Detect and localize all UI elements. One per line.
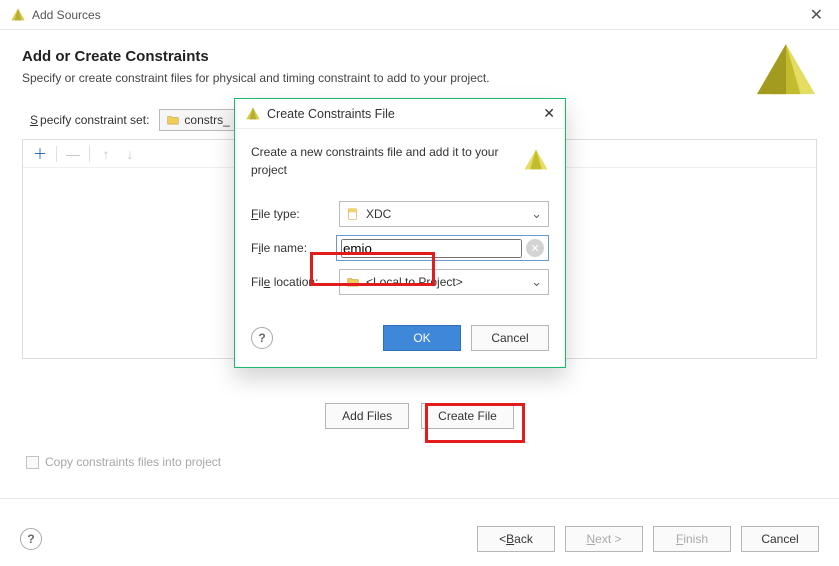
help-button[interactable]: ?: [20, 528, 42, 550]
file-name-label: Fiile name:le name:: [251, 241, 328, 255]
dialog-close-button[interactable]: ✕: [543, 105, 555, 122]
copy-checkbox: [26, 456, 39, 469]
clear-input-button[interactable]: ✕: [526, 239, 544, 257]
create-file-button[interactable]: Create File: [421, 403, 514, 429]
move-up-button: ↑: [95, 143, 117, 165]
file-location-row: File location: <Local to Project> ⌄: [251, 269, 549, 295]
dialog-help-button[interactable]: ?: [251, 327, 273, 349]
file-type-row: File type: XDC ⌄: [251, 201, 549, 227]
create-constraints-dialog: Create Constraints File ✕ Create a new c…: [234, 98, 566, 368]
file-type-label: File type:: [251, 207, 331, 221]
folder-icon: [346, 275, 360, 289]
back-button[interactable]: < Back: [477, 526, 555, 552]
vivado-logo-icon: [523, 148, 549, 174]
constraint-set-combo[interactable]: constrs_: [159, 109, 236, 131]
chevron-down-icon: ⌄: [531, 206, 542, 222]
file-name-field-wrap: ✕: [336, 235, 549, 261]
remove-button: —: [62, 143, 84, 165]
dialog-header: Create a new constraints file and add it…: [235, 129, 565, 187]
copy-into-project-row: Copy constraints files into project: [26, 455, 221, 469]
constraint-set-label: Specify constraint set:: [30, 113, 149, 127]
dialog-title: Create Constraints File: [267, 107, 395, 121]
file-location-label: File location:: [251, 275, 331, 289]
file-type-value: XDC: [366, 207, 391, 221]
dialog-desc: Create a new constraints file and add it…: [251, 143, 513, 179]
dialog-form: File type: XDC ⌄ Fiile name:le name: ✕: [235, 187, 565, 311]
ok-button[interactable]: OK: [383, 325, 461, 351]
file-name-row: Fiile name:le name: ✕: [251, 235, 549, 261]
folder-icon: [166, 113, 180, 127]
page-header: Add or Create Constraints Specify or cre…: [0, 30, 839, 91]
xdc-icon: [346, 207, 360, 221]
cancel-button[interactable]: Cancel: [741, 526, 819, 552]
file-location-select[interactable]: <Local to Project> ⌄: [339, 269, 549, 295]
next-button: Next >: [565, 526, 643, 552]
chevron-down-icon: ⌄: [531, 274, 542, 290]
footer-divider: [0, 498, 839, 499]
app-icon: [10, 7, 26, 23]
page-subtitle: Specify or create constraint files for p…: [22, 71, 817, 85]
vivado-logo-icon: [753, 40, 819, 106]
wizard-footer: ? < Back Next > Finish Cancel: [0, 526, 839, 552]
window-titlebar: Add Sources ✕: [0, 0, 839, 30]
add-create-row: Add Files Create File: [0, 403, 839, 429]
copy-label: Copy constraints files into project: [45, 455, 221, 469]
move-down-button: ↓: [119, 143, 141, 165]
constraint-set-value: constrs_: [184, 113, 229, 127]
finish-button: Finish: [653, 526, 731, 552]
page-title: Add or Create Constraints: [22, 48, 817, 65]
file-type-select[interactable]: XDC ⌄: [339, 201, 549, 227]
add-files-button[interactable]: Add Files: [325, 403, 409, 429]
dialog-cancel-button[interactable]: Cancel: [471, 325, 549, 351]
app-icon: [245, 106, 261, 122]
file-name-input[interactable]: [341, 239, 522, 258]
window-title: Add Sources: [32, 8, 101, 22]
dialog-titlebar: Create Constraints File ✕: [235, 99, 565, 129]
add-button[interactable]: ＋: [29, 143, 51, 165]
window-close-button[interactable]: ✕: [804, 5, 829, 25]
dialog-footer: ? OK Cancel: [235, 311, 565, 367]
file-location-value: <Local to Project>: [366, 275, 463, 289]
